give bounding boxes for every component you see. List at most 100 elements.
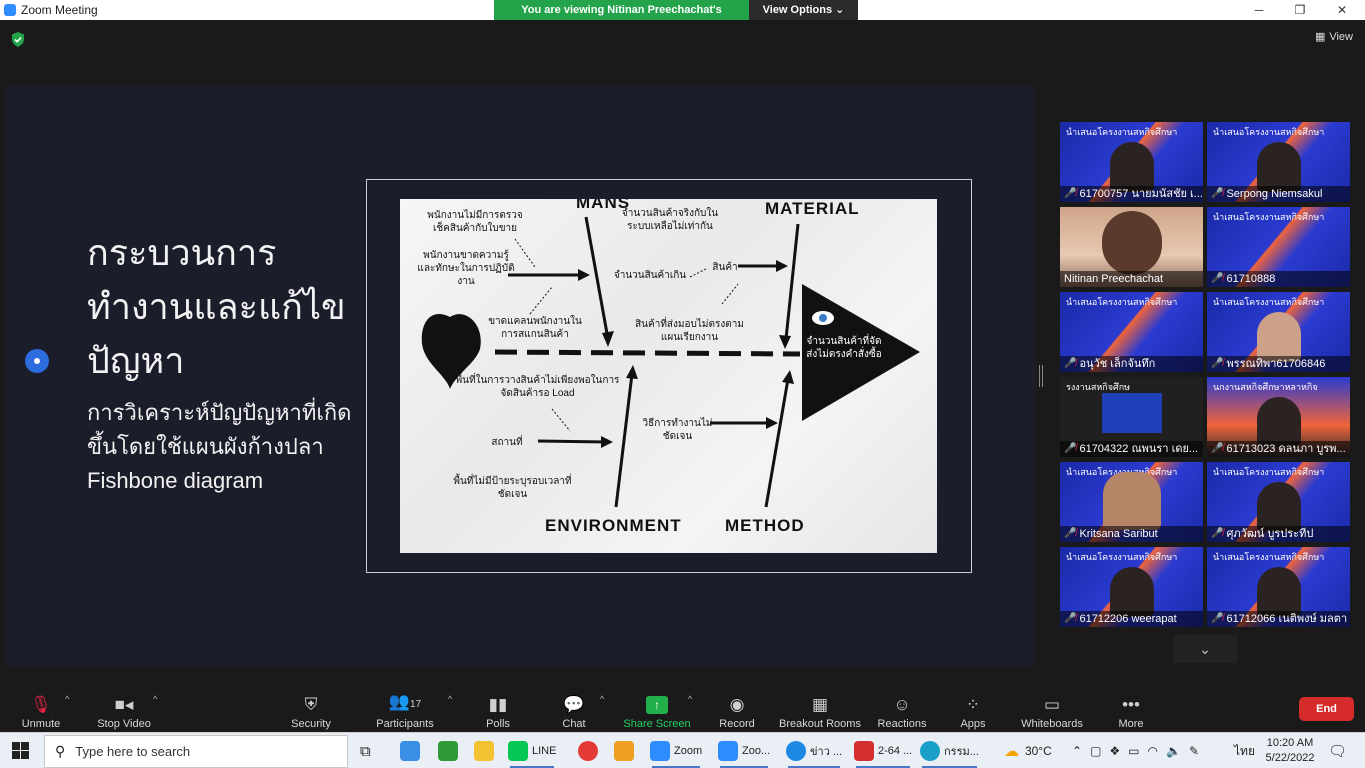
video-tile[interactable]: นำเสนอโครงงานสหกิจศึกษา 🎤̸ 61700757 นายมนั… (1060, 122, 1203, 202)
task-view-icon[interactable]: ⧉ (360, 737, 371, 765)
security-button[interactable]: ⛨ Security (286, 688, 336, 730)
unmute-button[interactable]: 🎙 Unmute (16, 688, 66, 730)
problem-head-text: จำนวนสินค้าที่จัดส่งไม่ตรงคำสั่งซื้อ (806, 336, 882, 360)
taskbar-app-pdf[interactable]: 2-64 ... (854, 737, 912, 768)
mic-muted-icon: 🎤̸ (1211, 188, 1224, 199)
weather-cloud-icon: ☁ (1004, 743, 1019, 760)
polls-button[interactable]: ▮▮ Polls (480, 688, 516, 730)
video-tile[interactable]: นำเสนอโครงงานสหกิจศึกษา 🎤̸ 61712066 เนติพง… (1207, 547, 1350, 627)
video-camera-icon: ■◂ (114, 695, 134, 714)
end-meeting-button[interactable]: End (1299, 697, 1354, 721)
pdf-icon (854, 741, 874, 761)
polls-bar-chart-icon: ▮▮ (488, 695, 508, 714)
taskbar-clock[interactable]: 10:20 AM 5/22/2022 (1262, 736, 1318, 766)
participants-caret-icon[interactable]: ^ (448, 694, 452, 704)
zoom-app-icon (4, 4, 16, 16)
video-tile[interactable]: นำเสนอโครงงานสหกิจศึกษา 🎤̸ Serpong Niemsak… (1207, 122, 1350, 202)
panel-resize-handle[interactable] (1039, 365, 1043, 387)
chat-caret-icon[interactable]: ^ (600, 694, 604, 704)
view-button[interactable]: ▦ View (1314, 30, 1353, 44)
mic-muted-icon: 🎤̸ (1064, 188, 1077, 199)
notification-center-icon[interactable]: 🗨 (1328, 733, 1347, 768)
cause-text: จำนวนสินค้าเกิน (613, 270, 687, 281)
view-label: View (1329, 30, 1353, 43)
record-circle-icon: ◉ (729, 695, 745, 714)
viewing-message: You are viewing Nitinan Preechachat's sc… (494, 0, 749, 36)
chat-button[interactable]: 💬 Chat (556, 688, 592, 730)
weather-widget[interactable]: ☁ 30°C (1004, 733, 1052, 768)
line-icon (508, 741, 528, 761)
share-screen-arrow-icon: ↑ (646, 696, 668, 714)
cause-text: สินค้า (712, 262, 738, 273)
video-tile[interactable]: รงงานสหกิจศึกษ 🎤̸ 61704322 ณพนรา เดย... (1060, 377, 1203, 457)
view-options-button[interactable]: View Options ⌄ (749, 0, 858, 20)
breakout-grid-icon: ▦ (811, 695, 829, 714)
more-button[interactable]: ••• More (1114, 688, 1148, 730)
share-caret-icon[interactable]: ^ (688, 694, 692, 704)
slide-subtitle-line1: การวิเคราะห์ปัญปัญหาที่เกิดขึ้นโดยใช้แผน… (87, 400, 352, 459)
cause-text: พนักงานไม่มีการตรวจเช็คสินค้ากับใบขาย (427, 210, 523, 234)
reactions-button[interactable]: ☺ Reactions (876, 688, 928, 730)
search-placeholder: Type here to search (75, 744, 191, 759)
security-shield-icon: ⛨ (304, 695, 318, 714)
whiteboard-icon: ▭ (1043, 695, 1061, 714)
wifi-icon: ◠ (1147, 744, 1158, 758)
grid-icon: ▦ (1314, 31, 1326, 43)
video-options-caret-icon[interactable]: ^ (153, 694, 157, 704)
taskbar-app-ie[interactable]: ข่าว ... (786, 737, 842, 768)
encryption-shield-icon[interactable] (11, 32, 25, 47)
taskbar-app-zoom-1[interactable]: Zoom (650, 737, 702, 768)
video-tile[interactable]: นำเสนอโครงงานสหกิจศึกษา 🎤̸ 61712206 weerap… (1060, 547, 1203, 627)
taskbar-search-box[interactable]: ⚲ Type here to search (44, 735, 348, 768)
app-icon-camtasia[interactable] (438, 737, 458, 765)
tray-chevron-icon: ⌃ (1072, 744, 1083, 758)
shared-screen: กระบวนการทำงานและแก้ไขปัญหา การวิเคราะห์… (5, 86, 1036, 666)
taskbar-app-edge[interactable]: กรรม... (920, 737, 979, 768)
video-tile[interactable]: นำเสนอโครงงานสหกิจศึกษา 🎤̸ อนุวัช เล็กจันท… (1060, 292, 1203, 372)
battery-icon: ▭ (1128, 744, 1140, 758)
search-icon: ⚲ (55, 743, 66, 759)
more-dots-icon: ••• (1122, 695, 1140, 714)
video-tile[interactable]: นกงานสหกิจศึกษาหลาหกิจ 🎤̸ 61713023 ดลนภา บ… (1207, 377, 1350, 457)
video-tile[interactable]: นำเสนอโครงงานสหกิจศึกษา 🎤̸ ศุภวัฒน์ บูรประ… (1207, 462, 1350, 542)
breakout-rooms-button[interactable]: ▦ Breakout Rooms (778, 688, 862, 730)
video-tile-active-speaker[interactable]: Nitinan Preechachat (1060, 207, 1203, 287)
windows-start-icon[interactable] (12, 742, 29, 759)
category-environment: ENVIRONMENT (545, 516, 682, 535)
mic-muted-icon: 🎤̸ (1211, 613, 1224, 624)
share-screen-button[interactable]: ↑ Share Screen (623, 688, 691, 730)
app-icon-yellow[interactable] (614, 737, 634, 765)
record-button[interactable]: ◉ Record (716, 688, 758, 730)
video-tile[interactable]: นำเสนอโครงงานสหกิจศึกษา 🎤̸ พรรณทิพา6170684… (1207, 292, 1350, 372)
input-language[interactable]: ไทย (1234, 733, 1255, 768)
apps-button[interactable]: ⁘ Apps (956, 688, 990, 730)
restore-button[interactable]: ❐ (1280, 0, 1320, 20)
audio-options-caret-icon[interactable]: ^ (65, 694, 69, 704)
cause-text: วิธีการทำงานไม่ชัดเจน (642, 418, 713, 442)
video-tile[interactable]: นำเสนอโครงงานสหกิจศึกษา🎤̸Kritsana Saribu… (1060, 462, 1203, 542)
stop-video-button[interactable]: ■◂ Stop Video (92, 688, 156, 730)
app-icon-bird[interactable] (400, 737, 420, 765)
mic-muted-icon: 🎤̸ (1064, 528, 1077, 539)
fishbone-diagram: MANS MATERIAL ENVIRONMENT METHOD จำนวนสิ… (400, 199, 937, 553)
gallery-scroll-down-button[interactable]: ⌄ (1173, 635, 1237, 663)
video-tile[interactable]: นำเสนอโครงงานสหกิจศึกษา 🎤̸ 61710888 (1207, 207, 1350, 287)
system-tray[interactable]: ⌃ ▢ ❖ ▭ ◠ 🔈 ✎ (1072, 733, 1199, 768)
category-method: METHOD (725, 516, 805, 535)
dropbox-icon: ❖ (1109, 744, 1121, 758)
mic-muted-icon: 🎤̸ (1064, 443, 1077, 454)
taskbar-app-zoom-2[interactable]: Zoo... (718, 737, 770, 768)
file-explorer-icon[interactable] (474, 737, 494, 765)
minimize-button[interactable]: ─ (1239, 0, 1279, 20)
participants-count: 17 (410, 699, 422, 710)
chrome-icon[interactable] (578, 737, 598, 765)
windows-taskbar: ⚲ Type here to search ⧉ LINE Zoom Zoo...… (0, 732, 1365, 768)
pen-icon: ✎ (1188, 744, 1200, 758)
cause-text: ขาดแคลนพนักงานในการสแกนสินค้า (488, 316, 582, 340)
close-button[interactable]: ✕ (1322, 0, 1362, 20)
volume-icon: 🔈 (1166, 744, 1181, 758)
whiteboards-button[interactable]: ▭ Whiteboards (1018, 688, 1086, 730)
participants-button[interactable]: 👥17 Participants (372, 688, 438, 730)
taskbar-app-line[interactable]: LINE (508, 737, 556, 768)
mic-muted-icon: 🎤̸ (1064, 358, 1077, 369)
